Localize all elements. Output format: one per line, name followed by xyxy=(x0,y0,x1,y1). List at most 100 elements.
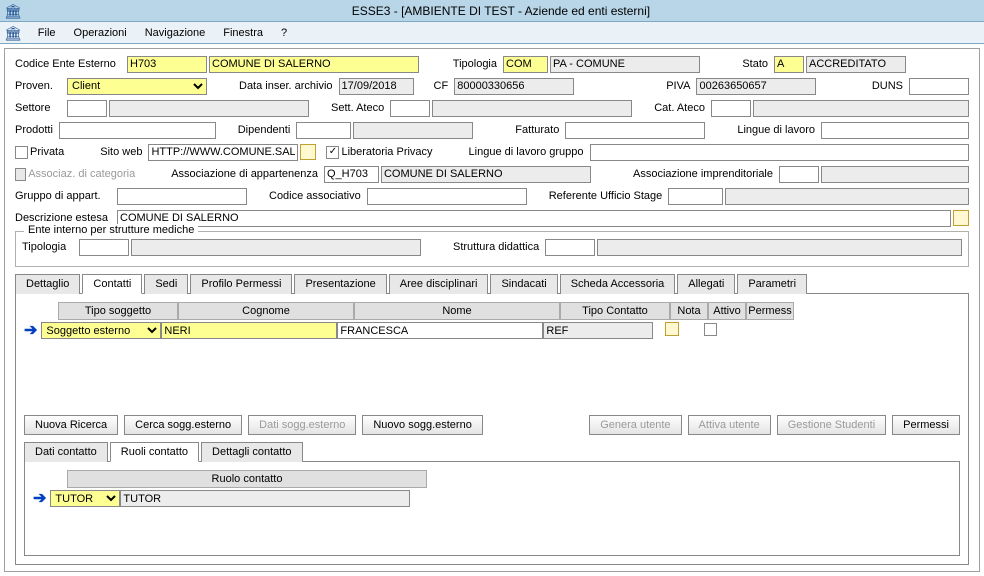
nome-ente-input[interactable] xyxy=(209,56,419,73)
ref-stage-code[interactable] xyxy=(668,188,723,205)
dipendenti-desc xyxy=(353,122,473,139)
menu-finestra[interactable]: Finestra xyxy=(215,25,271,41)
liberatoria-lbl: Liberatoria Privacy xyxy=(341,146,436,158)
nuovo-sogg-button[interactable]: Nuovo sogg.esterno xyxy=(362,415,482,435)
struttura-code[interactable] xyxy=(545,239,595,256)
assoc-app-lbl: Associazione di appartenenza xyxy=(171,168,322,180)
col-tipo-soggetto: Tipo soggetto xyxy=(58,302,178,320)
ruoli-panel: Ruolo contatto ➔ TUTOR xyxy=(24,462,960,556)
permessi-button[interactable]: Permessi xyxy=(892,415,960,435)
ruolo-code-select[interactable]: TUTOR xyxy=(50,490,120,507)
sett-ateco-lbl: Sett. Ateco xyxy=(331,102,388,114)
tab-sindacati[interactable]: Sindacati xyxy=(490,274,557,294)
col-attivo: Attivo xyxy=(708,302,746,320)
ruolo-row-indicator-icon: ➔ xyxy=(33,491,46,507)
assoc-app-code[interactable] xyxy=(324,166,379,183)
app-icon: 🏛 xyxy=(4,4,22,18)
desc-estesa-input[interactable] xyxy=(117,210,951,227)
sito-input[interactable] xyxy=(148,144,298,161)
dati-sogg-button: Dati sogg.esterno xyxy=(248,415,356,435)
assoc-impr-code[interactable] xyxy=(779,166,819,183)
row-indicator-icon: ➔ xyxy=(24,323,37,339)
stato-desc xyxy=(806,56,906,73)
col-tipo-contatto: Tipo Contatto xyxy=(560,302,670,320)
tab-presentazione[interactable]: Presentazione xyxy=(294,274,386,294)
assoc-app-desc xyxy=(381,166,591,183)
fatturato-input[interactable] xyxy=(565,122,705,139)
tab-dettaglio[interactable]: Dettaglio xyxy=(15,274,80,294)
proven-select[interactable]: Client xyxy=(67,78,207,95)
attivo-checkbox[interactable] xyxy=(704,323,717,336)
prodotti-input[interactable] xyxy=(59,122,216,139)
tab-scheda[interactable]: Scheda Accessoria xyxy=(560,274,676,294)
menu-navigazione[interactable]: Navigazione xyxy=(137,25,214,41)
cognome-input[interactable] xyxy=(161,322,337,339)
data-inser-input xyxy=(339,78,414,95)
nota-icon[interactable] xyxy=(665,322,679,336)
nuova-ricerca-button[interactable]: Nuova Ricerca xyxy=(24,415,118,435)
cat-ateco-code[interactable] xyxy=(711,100,751,117)
tipo-soggetto-select[interactable]: Soggetto esterno xyxy=(41,322,161,339)
nome-input[interactable] xyxy=(337,322,543,339)
proven-lbl: Proven. xyxy=(15,80,65,92)
cod-assoc-lbl: Codice associativo xyxy=(269,190,365,202)
settore-code[interactable] xyxy=(67,100,107,117)
lingue-gruppo-lbl: Lingue di lavoro gruppo xyxy=(469,146,588,158)
menu-file[interactable]: File xyxy=(30,25,64,41)
contatti-panel: Tipo soggetto Cognome Nome Tipo Contatto… xyxy=(15,294,969,565)
data-inser-lbl: Data inser. archivio xyxy=(239,80,337,92)
piva-input xyxy=(696,78,816,95)
tab-parametri[interactable]: Parametri xyxy=(737,274,807,294)
sub-tabs: Dati contatto Ruoli contatto Dettagli co… xyxy=(24,441,960,462)
tipologia-lbl: Tipologia xyxy=(441,58,501,70)
liberatoria-checkbox[interactable]: ✓ xyxy=(326,146,339,159)
ref-stage-desc xyxy=(725,188,969,205)
ruolo-desc xyxy=(120,490,410,507)
sett-ateco-code[interactable] xyxy=(390,100,430,117)
tipo-contatto-input xyxy=(543,322,653,339)
stato-code-input[interactable] xyxy=(774,56,804,73)
duns-lbl: DUNS xyxy=(872,80,907,92)
tipologia-ente-code[interactable] xyxy=(79,239,129,256)
dipendenti-code[interactable] xyxy=(296,122,351,139)
lingue-gruppo-input[interactable] xyxy=(590,144,969,161)
subtab-dati-contatto[interactable]: Dati contatto xyxy=(24,442,108,462)
tab-allegati[interactable]: Allegati xyxy=(677,274,735,294)
settore-desc xyxy=(109,100,309,117)
cerca-sogg-button[interactable]: Cerca sogg.esterno xyxy=(124,415,242,435)
gruppo-lbl: Gruppo di appart. xyxy=(15,190,115,202)
tab-profilo[interactable]: Profilo Permessi xyxy=(190,274,292,294)
sito-open-icon[interactable] xyxy=(300,144,316,160)
prodotti-lbl: Prodotti xyxy=(15,124,57,136)
tab-contatti[interactable]: Contatti xyxy=(82,274,142,294)
lingue-lbl: Lingue di lavoro xyxy=(737,124,819,136)
subtab-dettagli-contatto[interactable]: Dettagli contatto xyxy=(201,442,303,462)
privata-checkbox[interactable] xyxy=(15,146,28,159)
cod-assoc-input[interactable] xyxy=(367,188,527,205)
desc-estesa-edit-icon[interactable] xyxy=(953,210,969,226)
tipologia-code-input[interactable] xyxy=(503,56,548,73)
stato-lbl: Stato xyxy=(722,58,772,70)
ente-interno-group: Ente interno per strutture mediche Tipol… xyxy=(15,231,969,267)
fatturato-lbl: Fatturato xyxy=(515,124,563,136)
subtab-ruoli-contatto[interactable]: Ruoli contatto xyxy=(110,442,199,462)
attiva-utente-button: Attiva utente xyxy=(688,415,771,435)
piva-lbl: PIVA xyxy=(666,80,694,92)
ref-stage-lbl: Referente Ufficio Stage xyxy=(549,190,667,202)
ente-interno-legend: Ente interno per strutture mediche xyxy=(24,224,198,236)
tab-sedi[interactable]: Sedi xyxy=(144,274,188,294)
menu-help[interactable]: ? xyxy=(273,25,295,41)
duns-input[interactable] xyxy=(909,78,969,95)
codice-input[interactable] xyxy=(127,56,207,73)
tipologia-desc xyxy=(550,56,700,73)
tab-aree[interactable]: Aree disciplinari xyxy=(389,274,489,294)
menu-app-icon[interactable]: 🏛 xyxy=(4,26,22,40)
assoc-impr-desc xyxy=(821,166,969,183)
menu-operazioni[interactable]: Operazioni xyxy=(66,25,135,41)
lingue-input[interactable] xyxy=(821,122,969,139)
gruppo-input[interactable] xyxy=(117,188,247,205)
assoc-impr-lbl: Associazione imprenditoriale xyxy=(633,168,777,180)
menu-bar: 🏛 File Operazioni Navigazione Finestra ? xyxy=(0,22,984,44)
col-cognome: Cognome xyxy=(178,302,354,320)
cat-ateco-lbl: Cat. Ateco xyxy=(654,102,709,114)
